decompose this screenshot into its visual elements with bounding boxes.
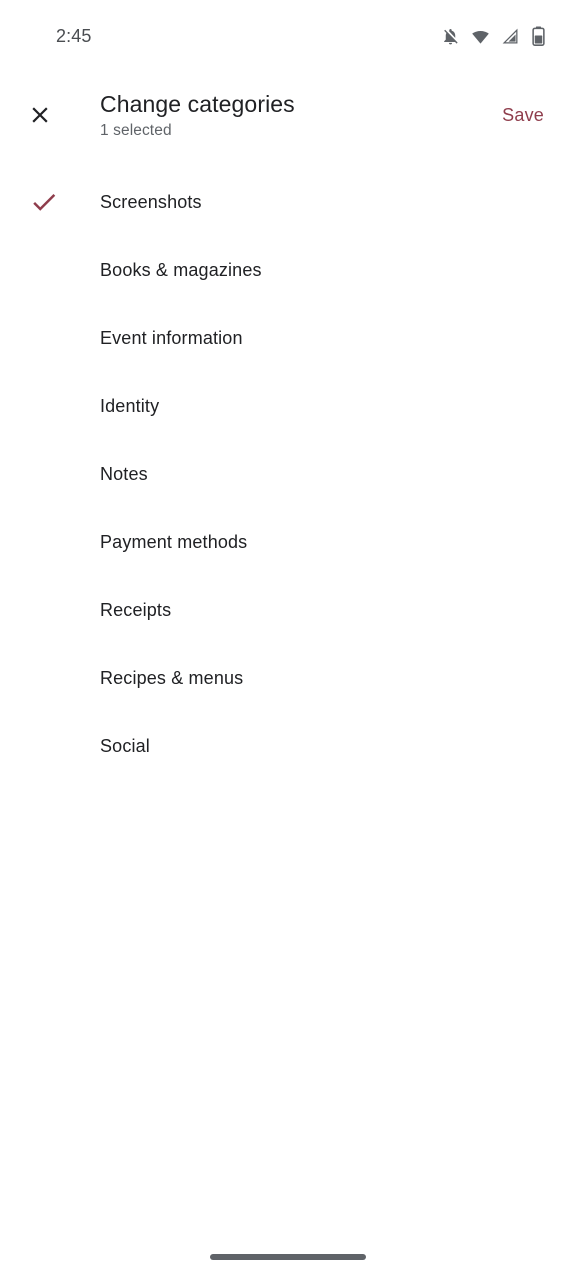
wifi-icon	[471, 27, 490, 46]
home-gesture-pill[interactable]	[210, 1254, 366, 1260]
category-row[interactable]: Event information	[0, 304, 576, 372]
battery-icon	[531, 26, 546, 46]
category-label: Notes	[100, 464, 148, 484]
category-label: Identity	[100, 396, 160, 416]
status-bar: 2:45	[0, 0, 576, 72]
category-row[interactable]: Receipts	[0, 576, 576, 644]
category-row[interactable]: Books & magazines	[0, 236, 576, 304]
category-label: Screenshots	[100, 192, 202, 212]
selection-count-subtitle: 1 selected	[100, 121, 172, 139]
status-bar-icons	[441, 26, 546, 46]
category-row[interactable]: Payment methods	[0, 508, 576, 576]
category-row[interactable]: Notes	[0, 440, 576, 508]
close-icon-button[interactable]	[0, 72, 80, 158]
page-title: Change categories	[100, 90, 295, 117]
header-bar: Change categories 1 selected Save	[0, 72, 576, 158]
category-label: Event information	[100, 328, 243, 348]
category-list: Screenshots Books & magazines Event inform…	[0, 168, 576, 780]
save-button[interactable]: Save	[496, 96, 550, 134]
category-label: Receipts	[100, 600, 172, 620]
category-label: Social	[100, 736, 150, 756]
category-row[interactable]: Identity	[0, 372, 576, 440]
check-icon	[0, 187, 100, 217]
notifications-off-icon	[441, 27, 460, 46]
close-icon	[32, 107, 48, 123]
status-bar-clock: 2:45	[56, 26, 92, 46]
category-label: Books & magazines	[100, 260, 262, 280]
cellular-signal-icon	[501, 27, 520, 46]
header-title-block: Change categories 1 selected	[100, 89, 496, 142]
category-label: Payment methods	[100, 532, 248, 552]
category-row[interactable]: Screenshots	[0, 168, 576, 236]
category-row[interactable]: Social	[0, 712, 576, 780]
system-navigation-bar	[0, 1234, 576, 1280]
category-row[interactable]: Recipes & menus	[0, 644, 576, 712]
category-label: Recipes & menus	[100, 668, 244, 688]
